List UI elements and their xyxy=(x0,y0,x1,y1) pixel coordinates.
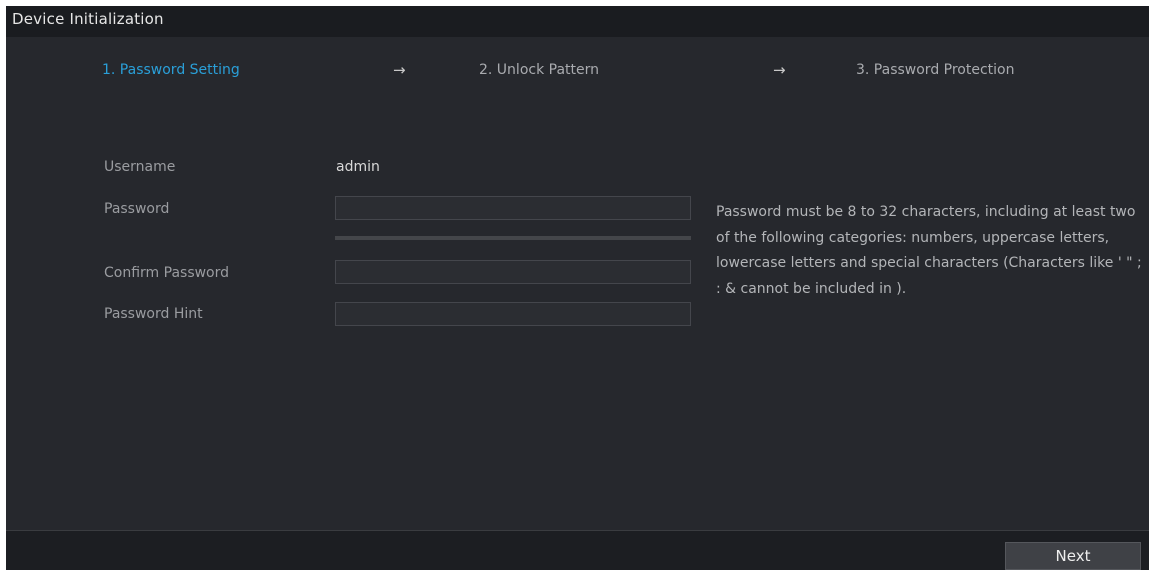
footer-bar: Next xyxy=(6,530,1149,570)
wizard-steps: 1. Password Setting → 2. Unlock Pattern … xyxy=(6,61,1149,88)
confirm-password-field[interactable] xyxy=(335,260,691,284)
step-arrow-icon: → xyxy=(393,61,406,79)
password-strength-bar xyxy=(335,236,691,240)
step-password-protection: 3. Password Protection xyxy=(856,62,1015,78)
step-unlock-pattern: 2. Unlock Pattern xyxy=(479,62,600,78)
window-title: Device Initialization xyxy=(12,10,164,28)
next-button[interactable]: Next xyxy=(1005,542,1141,570)
password-hint-field[interactable] xyxy=(335,302,691,326)
password-label: Password xyxy=(104,201,170,217)
device-initialization-window: Device Initialization 1. Password Settin… xyxy=(6,6,1149,570)
password-hint-label: Password Hint xyxy=(104,306,203,322)
step-password-setting: 1. Password Setting xyxy=(102,62,240,78)
password-rules-text: Password must be 8 to 32 characters, inc… xyxy=(716,204,1142,297)
username-label: Username xyxy=(104,159,176,175)
password-field[interactable] xyxy=(335,196,691,220)
step-arrow-icon: → xyxy=(773,61,786,79)
username-value: admin xyxy=(336,159,380,175)
title-bar: Device Initialization xyxy=(6,6,1149,37)
confirm-password-label: Confirm Password xyxy=(104,265,230,281)
